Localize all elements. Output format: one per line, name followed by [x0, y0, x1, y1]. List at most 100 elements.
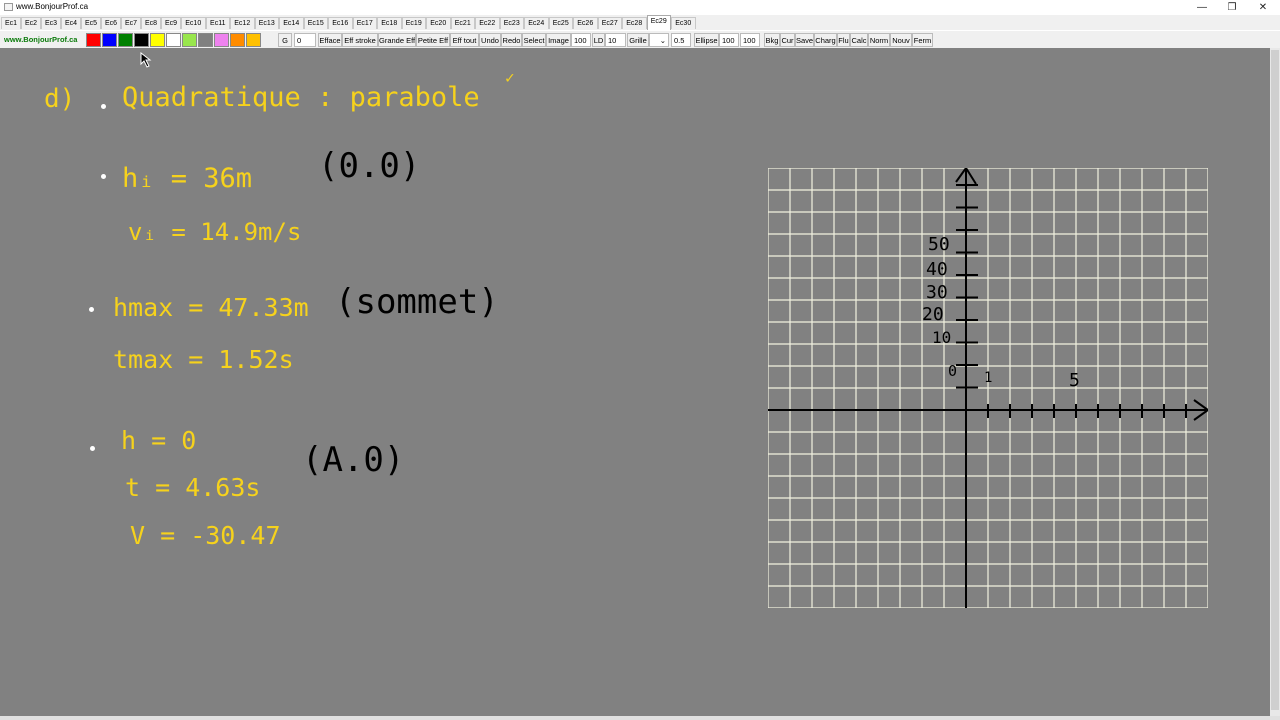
tab-ec20[interactable]: Ec20	[426, 17, 451, 29]
max-height-text: hmax = 47.33m	[113, 293, 309, 322]
nouv-button[interactable]: Nouv	[890, 33, 912, 47]
tab-ec27[interactable]: Ec27	[597, 17, 622, 29]
cur-button[interactable]: Cur	[780, 33, 795, 47]
bullet-dot	[101, 174, 106, 179]
color-swatch[interactable]	[166, 33, 181, 47]
tab-ec15[interactable]: Ec15	[303, 17, 328, 29]
ellipse-button[interactable]: Ellipse	[694, 33, 719, 47]
drawing-canvas[interactable]: d) Quadratique : parabole ✓ hᵢ = 36m (0.…	[0, 48, 1280, 716]
final-velocity-text: V = -30.47	[130, 521, 281, 550]
g-value-field[interactable]: 0	[294, 33, 316, 47]
part-d-label: d)	[44, 84, 76, 114]
flu-button[interactable]: Flu	[837, 33, 850, 47]
origin-label: 0	[948, 362, 958, 380]
calc-button[interactable]: Calc	[850, 33, 868, 47]
tab-ec5[interactable]: Ec5	[81, 17, 101, 29]
landing-time-text: t = 4.63s	[125, 473, 261, 502]
color-swatch[interactable]	[118, 33, 133, 47]
scrollbar-thumb[interactable]	[1271, 50, 1279, 710]
color-swatch[interactable]	[134, 33, 149, 47]
tab-ec22[interactable]: Ec22	[475, 17, 500, 29]
ellipse-width-field[interactable]: 100	[719, 33, 739, 47]
tab-ec19[interactable]: Ec19	[401, 17, 426, 29]
efface-button[interactable]: Efface	[318, 33, 342, 47]
x-axis-label-1: 1	[984, 370, 993, 386]
restore-button[interactable]: ❐	[1216, 0, 1248, 15]
tab-ec10[interactable]: Ec10	[181, 17, 206, 29]
color-swatch[interactable]	[198, 33, 213, 47]
grande-eff-button[interactable]: Grande Eff	[378, 33, 416, 47]
undo-button[interactable]: Undo	[479, 33, 501, 47]
tab-ec17[interactable]: Ec17	[352, 17, 377, 29]
ferm-button[interactable]: Ferm	[912, 33, 933, 47]
norm-button[interactable]: Norm	[868, 33, 890, 47]
color-swatch[interactable]	[182, 33, 197, 47]
tab-ec26[interactable]: Ec26	[573, 17, 598, 29]
color-swatch[interactable]	[214, 33, 229, 47]
vertical-scrollbar[interactable]	[1270, 48, 1280, 716]
select-button[interactable]: Select	[522, 33, 546, 47]
tab-ec18[interactable]: Ec18	[377, 17, 402, 29]
tab-ec16[interactable]: Ec16	[328, 17, 353, 29]
mouse-cursor-icon	[140, 52, 152, 68]
initial-height-text: hᵢ = 36m	[122, 163, 253, 194]
petite-eff-button[interactable]: Petite Eff	[416, 33, 450, 47]
chevron-down-icon: ⌄	[659, 36, 666, 45]
x-axis-label-5: 5	[1069, 370, 1080, 391]
charg-button[interactable]: Charg	[814, 33, 837, 47]
ellipse-height-field[interactable]: 100	[740, 33, 760, 47]
bottom-edge	[0, 716, 1280, 720]
brand-link[interactable]: www.BonjourProf.ca	[4, 35, 77, 44]
tab-ec13[interactable]: Ec13	[254, 17, 279, 29]
save-button[interactable]: Save	[795, 33, 814, 47]
color-swatch[interactable]	[86, 33, 101, 47]
color-swatch[interactable]	[102, 33, 117, 47]
tab-ec29[interactable]: Ec29	[646, 15, 671, 30]
tab-ec9[interactable]: Ec9	[161, 17, 181, 29]
image-size-field[interactable]: 100	[571, 33, 591, 47]
tab-ec24[interactable]: Ec24	[524, 17, 549, 29]
color-swatch[interactable]	[246, 33, 261, 47]
color-swatch[interactable]	[150, 33, 165, 47]
grille-value-field[interactable]: 0.5	[671, 33, 691, 47]
sommet-text: (sommet)	[335, 282, 499, 322]
y-axis-label-10: 10	[932, 328, 952, 347]
image-button[interactable]: Image	[546, 33, 571, 47]
tab-ec28[interactable]: Ec28	[622, 17, 647, 29]
redo-button[interactable]: Redo	[501, 33, 522, 47]
title-bar: www.BonjourProf.ca — ❐ ✕	[0, 0, 1280, 15]
tab-ec1[interactable]: Ec1	[1, 17, 21, 29]
tab-ec21[interactable]: Ec21	[450, 17, 475, 29]
tab-ec3[interactable]: Ec3	[41, 17, 61, 29]
grille-dropdown[interactable]: ⌄	[649, 33, 669, 47]
tab-ec7[interactable]: Ec7	[121, 17, 141, 29]
y-axis-label-40: 40	[926, 259, 948, 280]
tab-ec14[interactable]: Ec14	[279, 17, 304, 29]
ld-value-field[interactable]: 10	[605, 33, 626, 47]
tab-ec30[interactable]: Ec30	[671, 17, 696, 29]
initial-point-text: (0.0)	[318, 146, 421, 186]
tab-ec4[interactable]: Ec4	[61, 17, 81, 29]
eff-tout-button[interactable]: Eff tout	[450, 33, 479, 47]
tab-ec11[interactable]: Ec11	[205, 17, 230, 29]
g-button[interactable]: G	[278, 33, 292, 47]
color-swatch[interactable]	[230, 33, 245, 47]
y-axis-label-30: 30	[926, 282, 948, 303]
tab-ec6[interactable]: Ec6	[101, 17, 121, 29]
tab-ec8[interactable]: Ec8	[141, 17, 161, 29]
tab-ec12[interactable]: Ec12	[230, 17, 255, 29]
close-button[interactable]: ✕	[1247, 0, 1279, 15]
app-icon	[4, 3, 13, 11]
bullet-dot	[101, 104, 106, 109]
toolbar: www.BonjourProf.ca G 0 Efface Eff stroke…	[0, 31, 1280, 49]
bkg-button[interactable]: Bkg	[764, 33, 780, 47]
minimize-button[interactable]: —	[1186, 0, 1218, 15]
tab-ec2[interactable]: Ec2	[21, 17, 41, 29]
grille-button[interactable]: Grille	[627, 33, 649, 47]
window-title: www.BonjourProf.ca	[16, 2, 89, 11]
tab-ec23[interactable]: Ec23	[499, 17, 524, 29]
y-axis-label-50: 50	[928, 234, 950, 255]
ld-button[interactable]: LD	[592, 33, 605, 47]
tab-ec25[interactable]: Ec25	[548, 17, 573, 29]
eff-stroke-button[interactable]: Eff stroke	[342, 33, 378, 47]
